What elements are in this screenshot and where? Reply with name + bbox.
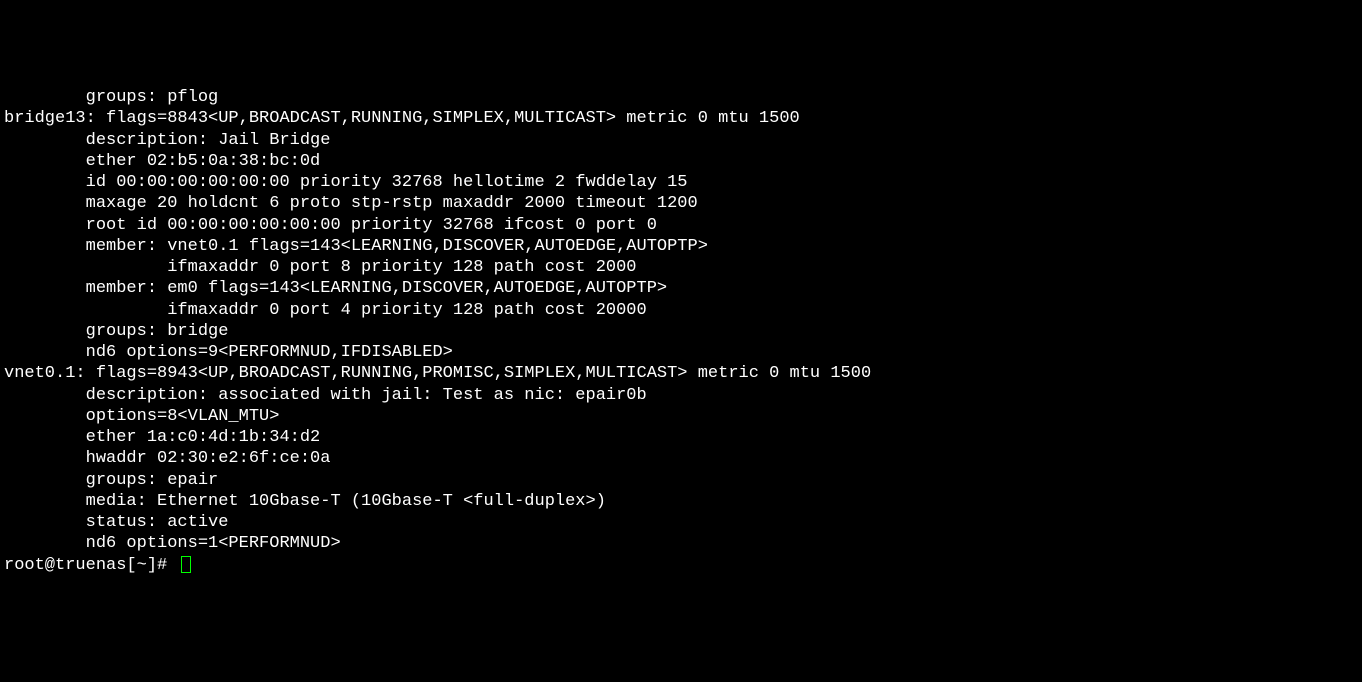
terminal-line: groups: pflog [4,87,1358,108]
prompt-text: root@truenas[~]# [4,556,177,575]
terminal-line: description: associated with jail: Test … [4,385,1358,406]
terminal-line: ether 02:b5:0a:38:bc:0d [4,151,1358,172]
terminal-line: maxage 20 holdcnt 6 proto stp-rstp maxad… [4,193,1358,214]
terminal-line: ifmaxaddr 0 port 4 priority 128 path cos… [4,300,1358,321]
terminal-output[interactable]: groups: pflogbridge13: flags=8843<UP,BRO… [4,87,1358,576]
shell-prompt[interactable]: root@truenas[~]# [4,556,191,575]
terminal-line: groups: epair [4,470,1358,491]
terminal-line: root id 00:00:00:00:00:00 priority 32768… [4,215,1358,236]
terminal-line: member: vnet0.1 flags=143<LEARNING,DISCO… [4,236,1358,257]
terminal-line: status: active [4,512,1358,533]
terminal-line: vnet0.1: flags=8943<UP,BROADCAST,RUNNING… [4,363,1358,384]
terminal-line: nd6 options=1<PERFORMNUD> [4,533,1358,554]
terminal-line: description: Jail Bridge [4,130,1358,151]
terminal-line: options=8<VLAN_MTU> [4,406,1358,427]
cursor-icon [181,556,191,573]
terminal-line: bridge13: flags=8843<UP,BROADCAST,RUNNIN… [4,108,1358,129]
terminal-line: groups: bridge [4,321,1358,342]
terminal-line: ifmaxaddr 0 port 8 priority 128 path cos… [4,257,1358,278]
terminal-line: id 00:00:00:00:00:00 priority 32768 hell… [4,172,1358,193]
terminal-line: nd6 options=9<PERFORMNUD,IFDISABLED> [4,342,1358,363]
terminal-line: hwaddr 02:30:e2:6f:ce:0a [4,448,1358,469]
terminal-line: member: em0 flags=143<LEARNING,DISCOVER,… [4,278,1358,299]
terminal-line: media: Ethernet 10Gbase-T (10Gbase-T <fu… [4,491,1358,512]
terminal-line: ether 1a:c0:4d:1b:34:d2 [4,427,1358,448]
